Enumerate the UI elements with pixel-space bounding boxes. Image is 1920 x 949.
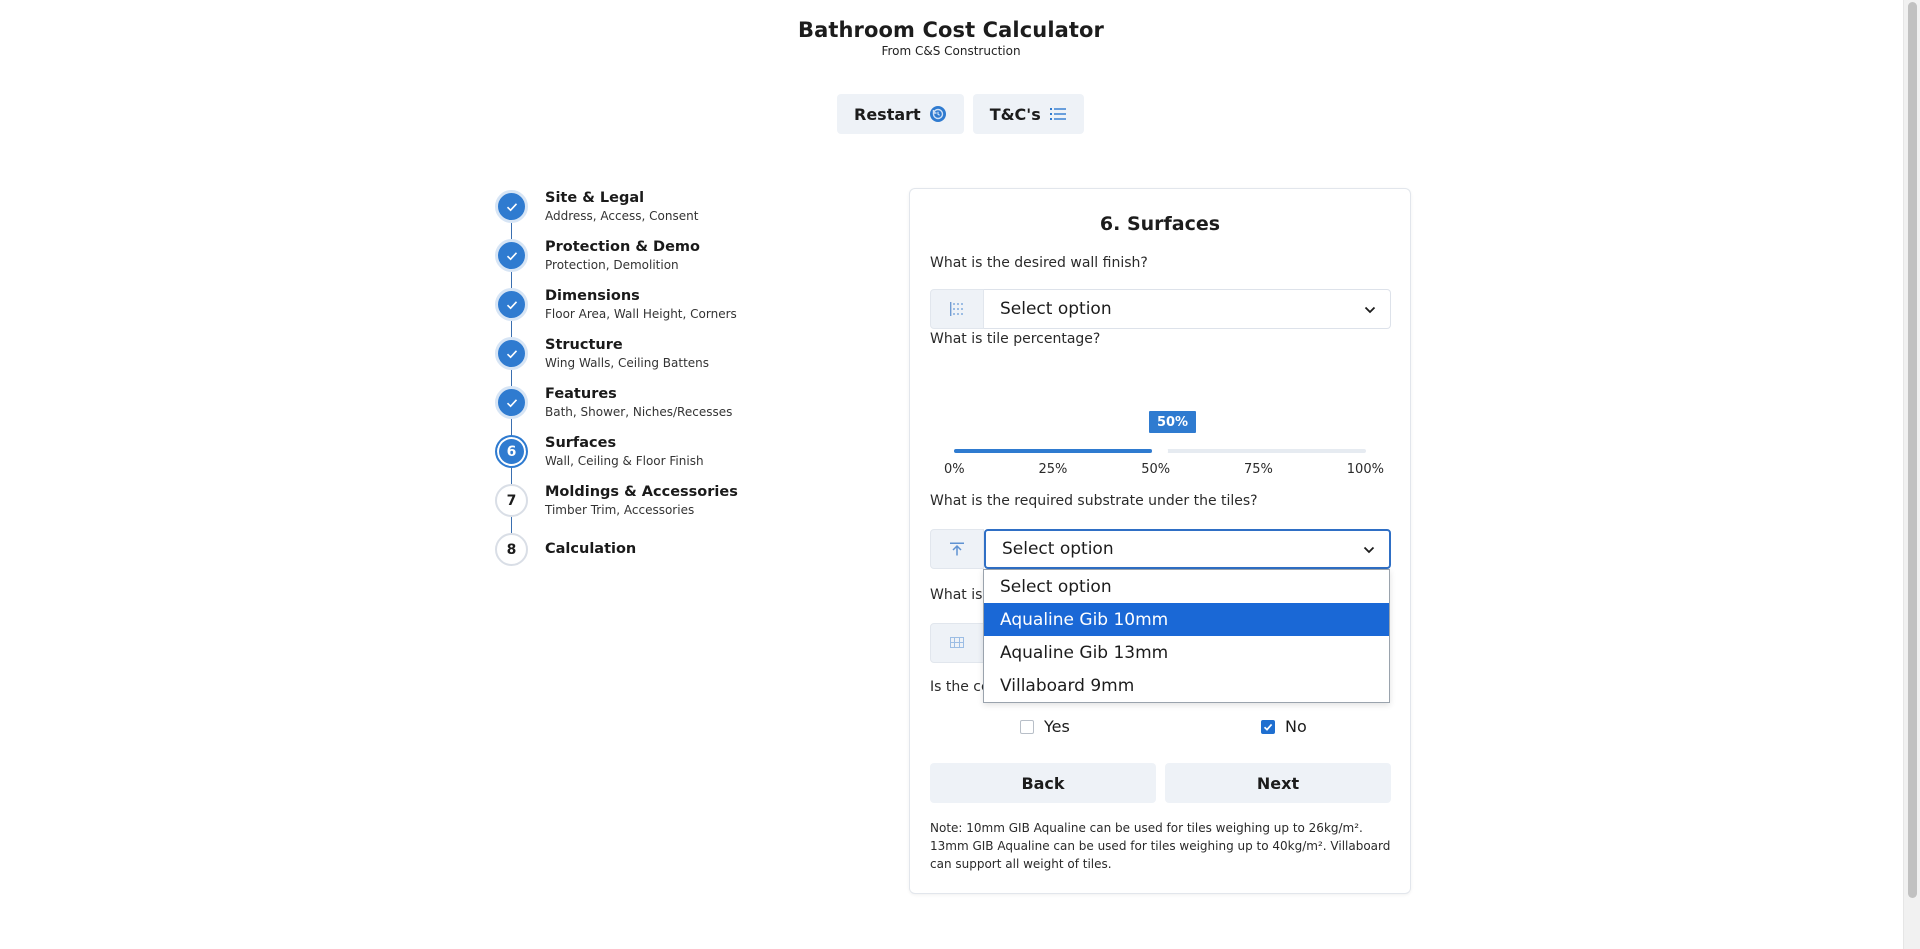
slider-thumb[interactable] (1152, 443, 1168, 459)
step-desc: Floor Area, Wall Height, Corners (545, 307, 737, 321)
restart-button[interactable]: Restart (837, 94, 964, 134)
step-moldings-accessories[interactable]: 7 Moldings & Accessories Timber Trim, Ac… (495, 484, 738, 534)
list-icon (1049, 105, 1067, 123)
step-number-active: 6 (495, 435, 528, 468)
substrate-value: Select option (1002, 539, 1114, 559)
restart-button-label: Restart (854, 104, 921, 124)
slider-tick: 75% (1244, 462, 1273, 477)
grid-icon (930, 623, 984, 663)
step-name: Surfaces (545, 435, 617, 451)
chevron-down-icon (1364, 299, 1376, 319)
restart-icon (929, 105, 947, 123)
step-desc: Wall, Ceiling & Floor Finish (545, 454, 704, 468)
page-scrollbar[interactable] (1903, 0, 1920, 949)
tile-percentage-question: What is tile percentage? (930, 331, 1101, 347)
step-name: Features (545, 386, 617, 402)
page-header: Bathroom Cost Calculator From C&S Constr… (0, 18, 1902, 58)
ceiling-question: Is the ce (930, 679, 990, 695)
slider-tick: 0% (944, 462, 965, 477)
step-name: Site & Legal (545, 190, 645, 206)
step-dimensions[interactable]: Dimensions Floor Area, Wall Height, Corn… (495, 288, 738, 338)
next-button[interactable]: Next (1165, 763, 1391, 803)
check-icon (495, 239, 528, 272)
slider-tick: 100% (1346, 462, 1384, 477)
back-button[interactable]: Back (930, 763, 1156, 803)
step-protection-demo[interactable]: Protection & Demo Protection, Demolition (495, 239, 738, 289)
page-title: Bathroom Cost Calculator (797, 18, 1105, 42)
step-calculation[interactable]: 8 Calculation (495, 533, 738, 582)
top-actions: Restart T&C's (837, 94, 1084, 134)
step-connector (511, 369, 512, 387)
hidden-question: What is (930, 587, 983, 603)
slider-tick: 25% (1038, 462, 1068, 477)
tcs-button[interactable]: T&C's (972, 94, 1084, 134)
step-surfaces[interactable]: 6 Surfaces Wall, Ceiling & Floor Finish (495, 435, 738, 485)
dropdown-option-highlighted[interactable]: Aqualine Gib 10mm (984, 603, 1389, 636)
step-name: Protection & Demo (545, 239, 700, 255)
check-icon (495, 288, 528, 321)
surfaces-form-card: 6. Surfaces What is the desired wall fin… (909, 188, 1411, 894)
form-title: 6. Surfaces (1099, 213, 1221, 235)
step-desc: Bath, Shower, Niches/Recesses (545, 405, 733, 419)
step-connector (511, 516, 512, 534)
substrate-note: Note: 10mm GIB Aqualine can be used for … (930, 821, 1391, 871)
no-checkbox[interactable]: No (1261, 717, 1307, 736)
scrollbar-thumb[interactable] (1908, 2, 1917, 898)
check-icon (495, 337, 528, 370)
substrate-select[interactable]: Select option (984, 529, 1391, 569)
tile-percentage-slider[interactable]: 50% 0% 25% 50% 75% 100% (944, 411, 1384, 479)
step-connector (511, 222, 512, 240)
wall-finish-value: Select option (1000, 299, 1112, 319)
yes-checkbox[interactable]: Yes (1020, 717, 1070, 736)
step-connector (511, 467, 512, 485)
yes-label: Yes (1044, 717, 1070, 736)
step-desc: Address, Access, Consent (545, 209, 699, 223)
substrate-select-row: Select option (930, 529, 1391, 569)
step-connector (511, 320, 512, 338)
dropdown-option[interactable]: Aqualine Gib 13mm (984, 636, 1389, 669)
slider-value-bubble: 50% (1149, 411, 1196, 433)
slider-tick: 50% (1141, 462, 1171, 477)
wall-finish-select-row: Select option (930, 289, 1391, 329)
step-desc: Timber Trim, Accessories (545, 503, 695, 517)
chevron-down-icon (1363, 539, 1375, 559)
slider-ticks: 0% 25% 50% 75% 100% (944, 462, 1384, 477)
step-site-legal[interactable]: Site & Legal Address, Access, Consent (495, 190, 738, 240)
step-number: 8 (495, 533, 528, 566)
no-label: No (1285, 717, 1307, 736)
step-name: Structure (545, 337, 623, 353)
page-subtitle: From C&S Construction (881, 44, 1021, 58)
step-features[interactable]: Features Bath, Shower, Niches/Recesses (495, 386, 738, 436)
step-name: Calculation (545, 541, 637, 557)
progress-stepper: Site & Legal Address, Access, Consent Pr… (495, 190, 738, 582)
upload-icon (930, 529, 984, 569)
step-connector (511, 271, 512, 289)
step-connector (511, 418, 512, 436)
check-icon (495, 190, 528, 223)
slider-fill (954, 449, 1152, 453)
dropdown-option[interactable]: Select option (984, 570, 1389, 603)
checkbox-box[interactable] (1020, 719, 1034, 734)
substrate-question: What is the required substrate under the… (930, 493, 1258, 509)
step-desc: Wing Walls, Ceiling Battens (545, 356, 710, 370)
step-name: Dimensions (545, 288, 640, 304)
wall-finish-question: What is the desired wall finish? (930, 255, 1148, 271)
checkbox-box-checked[interactable] (1261, 719, 1275, 734)
step-name: Moldings & Accessories (545, 484, 738, 500)
step-desc: Protection, Demolition (545, 258, 679, 272)
hidden-select-row (930, 623, 990, 663)
substrate-dropdown-list: Select option Aqualine Gib 10mm Aqualine… (983, 569, 1390, 703)
step-number: 7 (495, 484, 528, 517)
tcs-button-label: T&C's (989, 104, 1041, 124)
dropdown-option[interactable]: Villaboard 9mm (984, 669, 1389, 702)
wall-panel-icon (930, 289, 984, 329)
wall-finish-select[interactable]: Select option (984, 289, 1391, 329)
check-icon (495, 386, 528, 419)
step-structure[interactable]: Structure Wing Walls, Ceiling Battens (495, 337, 738, 387)
